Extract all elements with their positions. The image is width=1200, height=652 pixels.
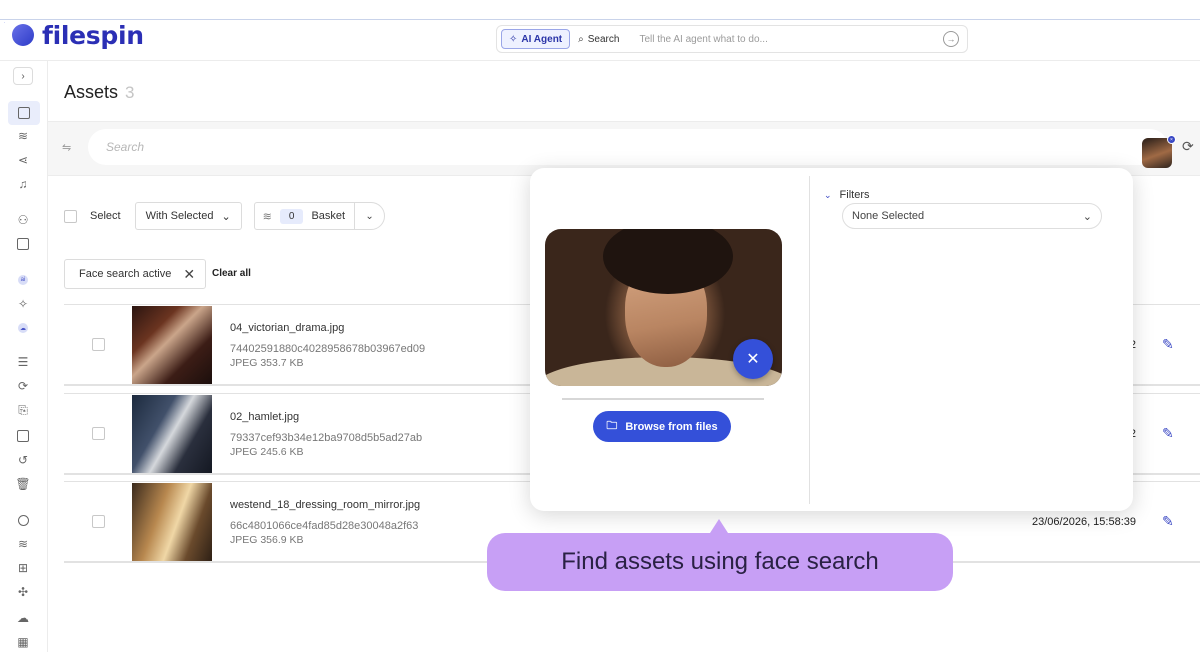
callout-pointer	[710, 519, 728, 533]
undo-icon[interactable]: ↺	[13, 451, 33, 469]
logo-mark-icon	[4, 21, 36, 50]
trash-icon[interactable]: 🗑	[13, 475, 33, 493]
ai-command-bar: ✧ AI Agent ⌕ Search Tell the AI agent wh…	[496, 25, 968, 53]
ai-agent-label: AI Agent	[521, 33, 563, 45]
cloud-off-icon[interactable]: ☁	[13, 609, 33, 627]
clipboard-icon[interactable]: ⎘	[13, 401, 33, 419]
asset-count: 3	[125, 83, 135, 102]
image-icon[interactable]	[8, 101, 40, 125]
asset-date: 23/06/2026, 15:58:39	[1032, 516, 1136, 528]
select-all-checkbox[interactable]	[64, 209, 77, 223]
browse-from-files-button[interactable]: 🗀 Browse from files	[593, 411, 731, 442]
asset-meta: JPEG 353.7 KB	[230, 357, 304, 369]
sparkle-icon[interactable]: ✧	[13, 295, 33, 313]
asset-filename[interactable]: 04_victorian_drama.jpg	[230, 322, 344, 334]
callout-text: Find assets using face search	[561, 548, 879, 575]
share-icon[interactable]: ⋖	[13, 151, 33, 169]
chevron-down-icon: ⌄	[824, 189, 832, 200]
asset-meta: JPEG 356.9 KB	[230, 534, 304, 546]
search-mode-button[interactable]: ⌕ Search	[578, 29, 619, 49]
basket-chevron-down-icon[interactable]: ⌄	[354, 202, 384, 230]
face-remove-badge-icon[interactable]: ×	[1167, 135, 1176, 144]
filter-toggle-icon[interactable]: ⇋	[62, 141, 74, 154]
edit-pencil-icon[interactable]: ✎	[1162, 425, 1174, 442]
filters-selected-value: None Selected	[852, 210, 925, 222]
browse-label: Browse from files	[625, 420, 718, 433]
asset-filename[interactable]: westend_18_dressing_room_mirror.jpg	[230, 499, 420, 511]
filters-toggle[interactable]: ⌄ Filters	[824, 189, 870, 201]
bell-icon[interactable]: ♫	[13, 175, 33, 193]
panel-icon[interactable]	[13, 235, 33, 253]
ai-badge-icon[interactable]: ai	[13, 271, 33, 289]
asset-hash: 74402591880c4028958678b03967ed09	[230, 343, 426, 355]
edit-pencil-icon[interactable]: ✎	[1162, 336, 1174, 353]
asset-hash: 66c4801066ce4fad85d28e30048a2f63	[230, 520, 419, 532]
edit-pencil-icon[interactable]: ✎	[1162, 513, 1174, 530]
close-icon[interactable]: ✕	[183, 266, 195, 283]
bulk-toolbar: Select With Selected ⌄ ≋ 0 Basket ⌄	[64, 202, 386, 230]
asset-hash: 79337cef93b34e12ba9708d5b5ad27ab	[230, 432, 423, 444]
filespin-logo[interactable]: filespin	[4, 21, 144, 50]
remove-face-button[interactable]: ✕	[733, 339, 773, 379]
clear-all-link[interactable]: Clear all	[212, 268, 251, 279]
asset-search-input[interactable]: Search ×	[88, 129, 1176, 168]
folder-icon: 🗀	[606, 420, 618, 432]
basket-stack-icon: ≋	[262, 210, 272, 223]
filters-select[interactable]: None Selected ⌄	[842, 203, 1102, 229]
users-icon[interactable]: ⚇	[13, 211, 33, 229]
refresh-icon[interactable]: ⟳	[1182, 138, 1194, 155]
with-selected-label: With Selected	[145, 210, 214, 222]
submit-arrow-icon[interactable]: →	[943, 31, 959, 47]
left-sidebar: › ≋ ⋖ ♫ ⚇ ai ✧ ☁ ☰ ⟳ ⎘ ↺ 🗑 ≋ ⊞ ✣ ☁ ▦	[0, 61, 48, 652]
basket-control[interactable]: ≋ 0 Basket ⌄	[253, 202, 386, 230]
page-title: Assets	[64, 82, 119, 102]
sync-icon[interactable]: ⟳	[13, 377, 33, 395]
cloud-icon[interactable]: ☁	[13, 319, 33, 337]
chip-label: Face search active	[79, 268, 172, 280]
row-checkbox[interactable]	[92, 515, 105, 528]
row-checkbox[interactable]	[92, 338, 105, 351]
select-label: Select	[90, 210, 121, 222]
ai-command-input[interactable]: Tell the AI agent what to do...	[639, 34, 943, 45]
with-selected-dropdown[interactable]: With Selected ⌄	[134, 202, 242, 230]
app-header: filespin ✧ AI Agent ⌕ Search Tell the AI…	[0, 20, 1200, 61]
feature-callout: Find assets using face search	[487, 533, 953, 591]
basket-count: 0	[279, 208, 304, 224]
asset-thumbnail[interactable]	[132, 306, 212, 384]
grid-icon[interactable]: ⊞	[13, 559, 33, 577]
asset-filename[interactable]: 02_hamlet.jpg	[230, 411, 299, 423]
chevron-down-icon: ⌄	[1082, 210, 1092, 223]
layers-icon[interactable]: ≋	[13, 127, 33, 145]
popup-divider	[809, 176, 810, 504]
puzzle-icon[interactable]: ✣	[13, 583, 33, 601]
asset-meta: JPEG 245.6 KB	[230, 446, 304, 458]
settings-icon[interactable]	[13, 511, 33, 529]
search-mode-label: Search	[587, 33, 620, 45]
stack-icon[interactable]: ≋	[13, 535, 33, 553]
ai-agent-button[interactable]: ✧ AI Agent	[501, 29, 571, 49]
row-checkbox[interactable]	[92, 427, 105, 440]
expand-icon[interactable]: ›	[13, 67, 33, 85]
list-icon[interactable]: ☰	[13, 353, 33, 371]
divider	[562, 398, 764, 400]
asset-thumbnail[interactable]	[132, 483, 212, 561]
chevron-down-icon: ⌄	[221, 210, 231, 223]
basket-label: Basket	[311, 210, 346, 222]
search-icon: ⌕	[578, 33, 584, 45]
face-search-chip: Face search active ✕	[64, 259, 207, 289]
search-placeholder: Search	[106, 140, 145, 154]
sparkle-icon: ✧	[509, 33, 518, 45]
asset-thumbnail[interactable]	[132, 395, 212, 473]
calendar-icon[interactable]: ▦	[13, 633, 33, 651]
browser-icon[interactable]	[13, 427, 33, 445]
logo-text: filespin	[42, 21, 144, 50]
filters-label: Filters	[839, 189, 870, 201]
face-search-popup: ✕ 🗀 Browse from files ⌄ Filters None Sel…	[530, 168, 1133, 511]
